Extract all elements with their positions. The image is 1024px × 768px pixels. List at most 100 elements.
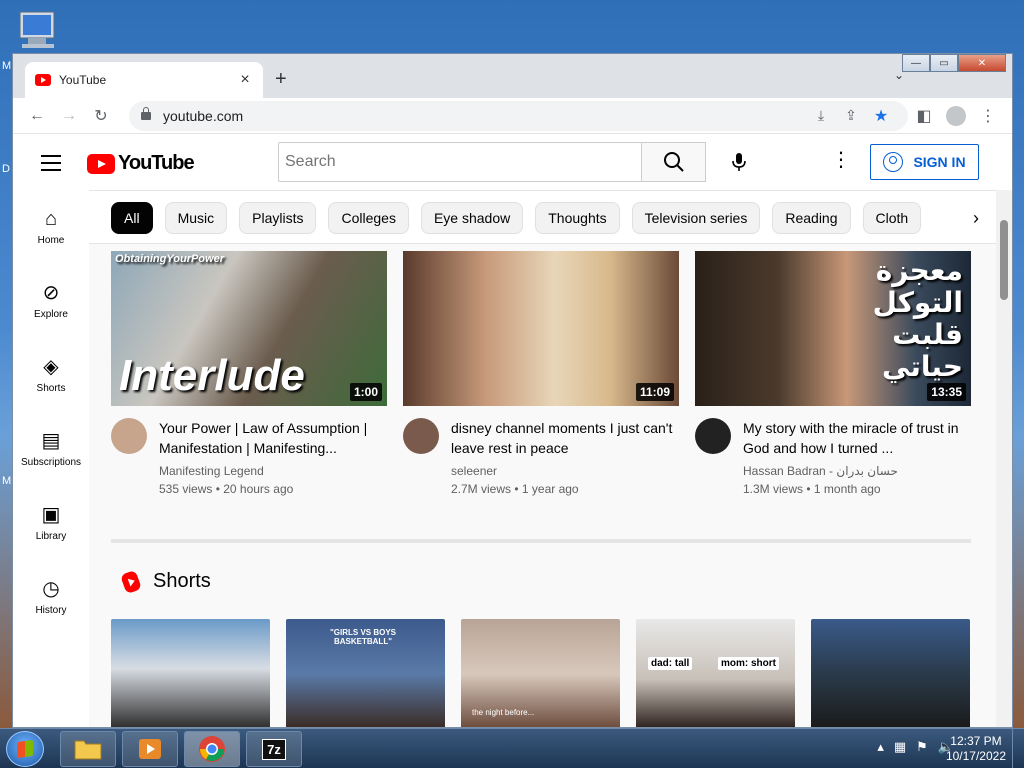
search-field[interactable] [278,142,642,182]
video-thumbnail[interactable]: ObtainingYourPower Interlude 1:00 [111,251,387,406]
channel-avatar[interactable] [403,418,439,454]
youtube-page: YouTube ⋮ SIGN IN [13,134,1012,727]
short-thumbnail[interactable]: "GIRLS VS BOYS BASKETBALL" [286,619,445,727]
channel-avatar[interactable] [695,418,731,454]
sidebar-item-label: Shorts [36,382,66,394]
short-thumbnail[interactable]: the night before... [461,619,620,727]
address-bar[interactable]: youtube.com ⤓ ⇪ ★ [129,100,908,131]
thumbnail-top-text: ObtainingYourPower [115,253,224,265]
video-card[interactable]: 11:09 disney channel moments I just can'… [403,251,679,496]
short-caption: dad: tall [648,657,693,670]
reload-button[interactable]: ↻ [85,102,117,130]
video-thumbnail[interactable]: 11:09 [403,251,679,406]
voice-search-button[interactable] [721,144,757,180]
tray-expand-icon[interactable]: ▴ [877,739,884,755]
scrollbar-thumb[interactable] [1000,220,1008,300]
video-card[interactable]: معجزة التوكل قلبت حياتي 13:35 My story w… [695,251,971,496]
hamburger-menu-icon[interactable] [41,155,61,176]
sidebar-item-history[interactable]: ◷ History [13,560,89,634]
video-thumbnail[interactable]: معجزة التوكل قلبت حياتي 13:35 [695,251,971,406]
show-desktop-button[interactable] [1012,729,1024,768]
youtube-logo[interactable]: YouTube [87,152,195,175]
chip-music[interactable]: Music [164,202,228,234]
channel-avatar[interactable] [111,418,147,454]
duration-badge: 13:35 [927,383,966,401]
chevron-right-icon[interactable]: › [956,191,996,243]
sidebar-item-library[interactable]: ▣ Library [13,486,89,560]
sidebar-item-home[interactable]: ⌂ Home [13,190,89,264]
sidebar-item-label: Subscriptions [20,456,82,468]
video-title[interactable]: disney channel moments I just can't leav… [451,418,679,458]
chip-thoughts[interactable]: Thoughts [535,202,620,234]
sidebar-item-label: History [35,604,67,616]
chrome-taskbar-button[interactable] [184,731,240,767]
close-window-button[interactable]: ✕ [958,54,1006,72]
chip-bar: All Music Playlists Colleges Eye shadow … [89,190,996,244]
media-player-icon [139,739,161,759]
explorer-taskbar-button[interactable] [60,731,116,767]
subscriptions-icon: ▤ [41,429,61,452]
channel-name[interactable]: Manifesting Legend [159,464,387,478]
video-title[interactable]: Your Power | Law of Assumption | Manifes… [159,418,387,458]
media-player-taskbar-button[interactable] [122,731,178,767]
chip-colleges[interactable]: Colleges [328,202,409,234]
duration-badge: 1:00 [349,383,382,401]
library-icon: ▣ [41,503,61,526]
settings-kebab-icon[interactable]: ⋮ [831,150,851,170]
7zip-taskbar-button[interactable]: 7z [246,731,302,767]
history-icon: ◷ [42,577,60,600]
network-icon[interactable]: ▦ [894,739,906,755]
start-button[interactable] [6,731,44,767]
chip-eye-shadow[interactable]: Eye shadow [420,202,524,234]
chip-all[interactable]: All [111,202,153,234]
url-text[interactable]: youtube.com [163,108,806,124]
back-button[interactable]: ← [21,102,53,130]
maximize-button[interactable]: ▭ [930,54,958,72]
channel-name[interactable]: seleener [451,464,679,478]
clock[interactable]: 12:37 PM 10/17/2022 [946,734,1006,764]
search-button[interactable] [642,142,706,182]
computer-icon[interactable] [14,10,62,52]
forward-button[interactable]: → [53,102,85,130]
youtube-favicon-icon [35,74,51,86]
sidebar-item-shorts[interactable]: ◈ Shorts [13,338,89,412]
tab-youtube[interactable]: YouTube × [25,62,263,98]
action-center-icon[interactable]: ⚑ [916,739,928,755]
shorts-section-header: Shorts [120,569,211,594]
thumbnail-text: معجزة التوكل قلبت حياتي [872,255,963,382]
sidebar-item-explore[interactable]: ⊘ Explore [13,264,89,338]
minimize-button[interactable]: — [902,54,930,72]
share-icon[interactable]: ⇪ [836,107,866,124]
video-title[interactable]: My story with the miracle of trust in Go… [743,418,971,458]
chip-reading[interactable]: Reading [772,202,851,234]
lock-icon[interactable] [141,106,151,120]
home-icon: ⌂ [44,207,58,230]
side-panel-icon[interactable]: ◧ [908,106,940,126]
menu-kebab-icon[interactable]: ⋮ [972,106,1004,126]
short-thumbnail[interactable] [811,619,970,727]
bookmark-star-icon[interactable]: ★ [866,106,896,126]
sign-in-button[interactable]: SIGN IN [870,144,979,180]
browser-toolbar: ← → ↻ youtube.com ⤓ ⇪ ★ ◧ ⋮ [13,98,1012,134]
sidebar-item-subscriptions[interactable]: ▤ Subscriptions [13,412,89,486]
search-input[interactable] [285,153,641,171]
channel-name[interactable]: Hassan Badran - حسان بدران [743,464,971,478]
chip-television-series[interactable]: Television series [631,202,761,234]
sidebar-item-label: Explore [34,308,68,320]
page-scrollbar[interactable] [996,190,1012,727]
chip-clothing[interactable]: Cloth [862,202,922,234]
microphone-icon [732,153,746,171]
new-tab-button[interactable]: + [275,68,287,91]
close-tab-icon[interactable]: × [237,71,253,89]
video-card[interactable]: ObtainingYourPower Interlude 1:00 Your P… [111,251,387,496]
compass-icon: ⊘ [42,281,60,304]
short-thumbnail[interactable] [111,619,270,727]
chip-playlists[interactable]: Playlists [239,202,317,234]
short-thumbnail[interactable]: dad: tall mom: short [636,619,795,727]
chrome-icon [199,736,225,762]
thumbnail-text: Interlude [119,351,305,400]
short-caption: "GIRLS VS BOYS BASKETBALL" [329,628,397,646]
sidebar-item-label: Library [35,530,67,542]
install-icon[interactable]: ⤓ [806,107,836,124]
profile-avatar[interactable] [946,105,966,126]
